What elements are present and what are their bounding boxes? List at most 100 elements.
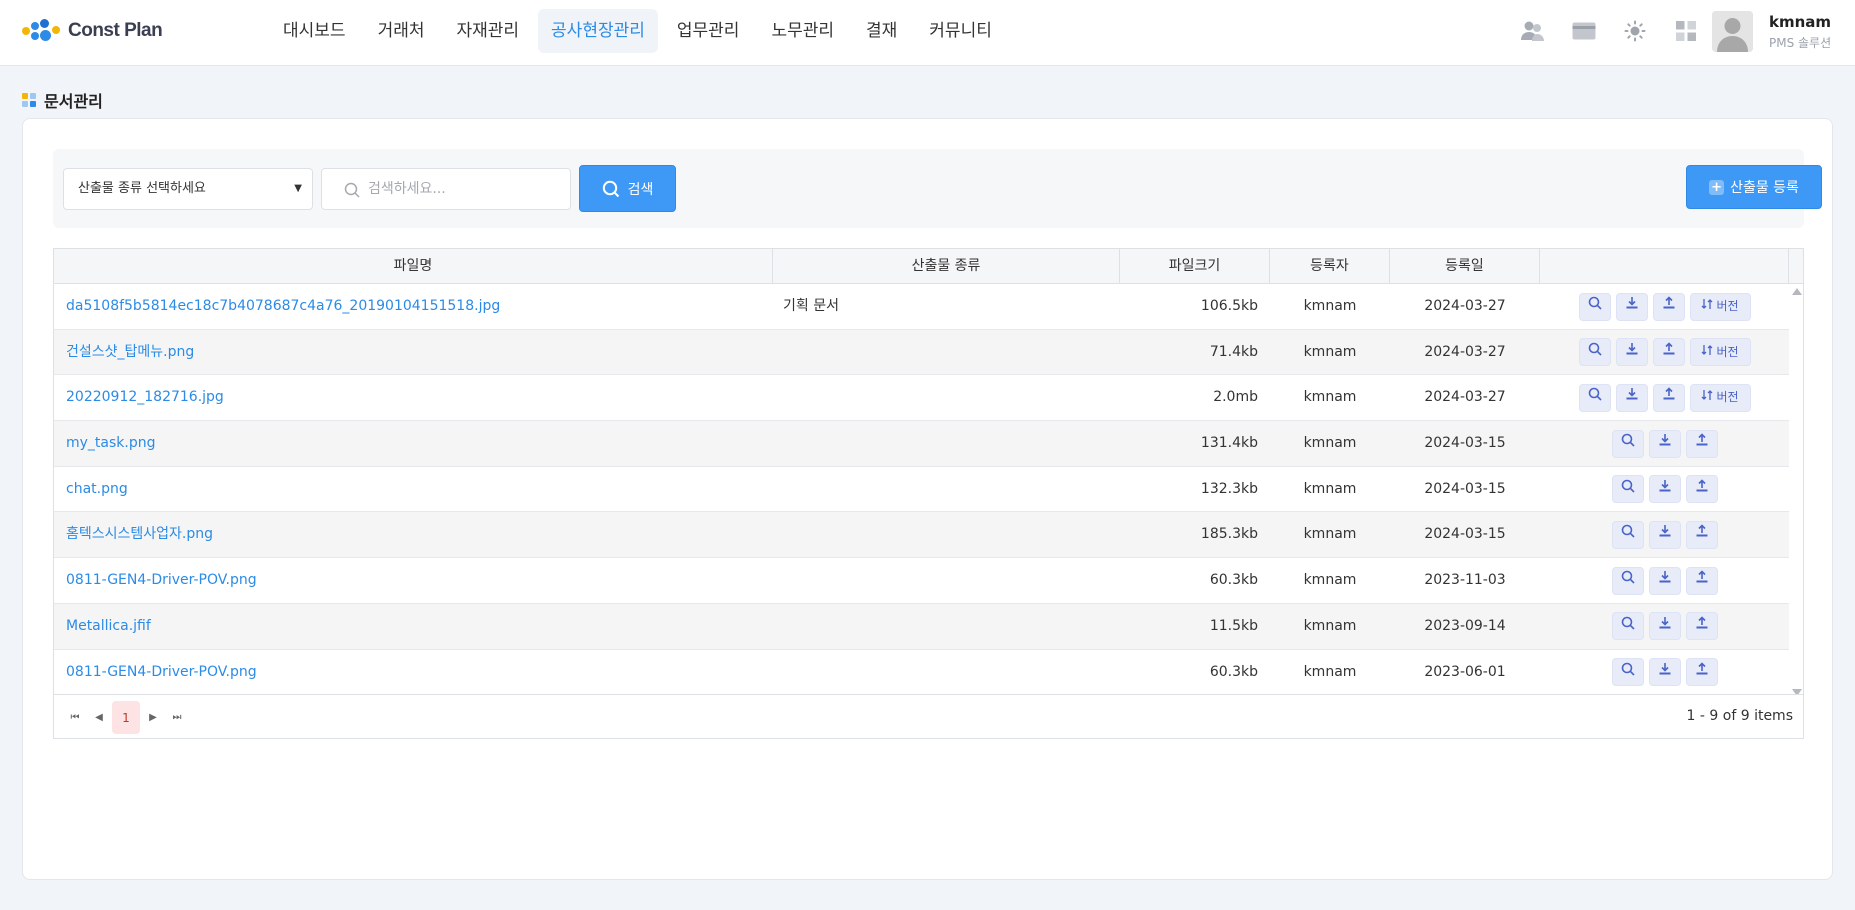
file-size-cell: 185.3kb <box>1200 526 1258 543</box>
table-row[interactable]: 홈텍스시스템사업자.png 185.3kb kmnam 2024-03-15 <box>54 512 1789 559</box>
register-date-cell: 2024-03-27 <box>1424 343 1506 360</box>
upload-button[interactable] <box>1652 292 1685 321</box>
search-icon <box>1621 421 1635 466</box>
col-deliverable-type[interactable]: 산출물 종류 <box>773 249 1120 284</box>
table-row[interactable]: 0811-GEN4-Driver-POV.png 60.3kb kmnam 2023-… <box>54 650 1789 696</box>
download-button[interactable] <box>1615 383 1648 412</box>
page-title: 문서관리 <box>22 88 103 112</box>
deliverable-type-cell <box>773 421 1120 466</box>
register-date-cell: 2023-06-01 <box>1424 663 1506 680</box>
file-name-link[interactable]: 건설스샷_탑메뉴.png <box>54 330 773 375</box>
version-button[interactable]: 버전 <box>1689 338 1751 367</box>
file-name-link[interactable]: 0811-GEN4-Driver-POV.png <box>54 558 773 603</box>
scroll-up-icon[interactable] <box>1792 288 1802 295</box>
file-name-link[interactable]: da5108f5b5814ec18c7b4078687c4a76_2019010… <box>54 284 773 329</box>
first-page-icon[interactable]: ⏮ <box>64 701 86 734</box>
download-button[interactable] <box>1648 520 1681 549</box>
download-icon <box>1658 512 1672 557</box>
version-button[interactable]: 버전 <box>1689 383 1751 412</box>
nav-clients[interactable]: 거래처 <box>365 9 438 53</box>
upload-button[interactable] <box>1652 383 1685 412</box>
version-button[interactable]: 버전 <box>1689 292 1751 321</box>
table-body: da5108f5b5814ec18c7b4078687c4a76_2019010… <box>54 284 1789 696</box>
nav-materials[interactable]: 자재관리 <box>443 9 532 53</box>
next-page-icon[interactable]: ▶ <box>142 701 164 734</box>
card-icon[interactable] <box>1571 18 1597 44</box>
search-icon <box>1621 512 1635 557</box>
download-button[interactable] <box>1648 566 1681 595</box>
download-button[interactable] <box>1615 338 1648 367</box>
table-row[interactable]: da5108f5b5814ec18c7b4078687c4a76_2019010… <box>54 284 1789 330</box>
prev-page-icon[interactable]: ◀ <box>88 701 110 734</box>
logo[interactable]: Const Plan <box>22 18 163 44</box>
nav-labor[interactable]: 노무관리 <box>758 9 847 53</box>
file-size-cell: 60.3kb <box>1209 572 1258 589</box>
register-date-cell: 2024-03-15 <box>1424 526 1506 543</box>
table-row[interactable]: 건설스샷_탑메뉴.png 71.4kb kmnam 2024-03-27 버전 <box>54 329 1789 376</box>
avatar[interactable] <box>1712 11 1753 52</box>
nav-construction-site[interactable]: 공사현장관리 <box>538 9 658 53</box>
preview-button[interactable] <box>1578 292 1611 321</box>
upload-button[interactable] <box>1685 658 1718 686</box>
preview-button[interactable] <box>1578 383 1611 412</box>
app-name: Const Plan <box>68 20 163 41</box>
sun-icon[interactable] <box>1622 18 1648 44</box>
upload-button[interactable] <box>1685 429 1718 458</box>
download-button[interactable] <box>1648 658 1681 686</box>
page-button-current[interactable]: 1 <box>112 701 140 734</box>
col-registrant[interactable]: 등록자 <box>1270 249 1390 284</box>
table-row[interactable]: 0811-GEN4-Driver-POV.png 60.3kb kmnam 2023-… <box>54 558 1789 604</box>
preview-button[interactable] <box>1611 429 1644 458</box>
table-row[interactable]: Metallica.jfif 11.5kb kmnam 2023-09-14 <box>54 603 1789 650</box>
col-file-name[interactable]: 파일명 <box>54 249 773 284</box>
download-button[interactable] <box>1648 429 1681 458</box>
preview-button[interactable] <box>1611 566 1644 595</box>
document-menu-icon <box>22 93 36 107</box>
table-row[interactable]: chat.png 132.3kb kmnam 2024-03-15 <box>54 467 1789 513</box>
download-button[interactable] <box>1648 475 1681 504</box>
upload-button[interactable] <box>1685 566 1718 595</box>
file-size-cell: 2.0mb <box>1213 389 1258 406</box>
file-name-link[interactable]: my_task.png <box>54 421 773 466</box>
table-row[interactable]: my_task.png 131.4kb kmnam 2024-03-15 <box>54 421 1789 467</box>
file-name-link[interactable]: 20220912_182716.jpg <box>54 375 773 420</box>
vertical-scrollbar[interactable] <box>1789 284 1803 704</box>
deliverable-type-select[interactable]: 산출물 종류 선택하세요 ▼ <box>63 168 313 210</box>
download-button[interactable] <box>1648 612 1681 641</box>
preview-button[interactable] <box>1611 520 1644 549</box>
col-register-date[interactable]: 등록일 <box>1390 249 1540 284</box>
row-actions: 버전 <box>1540 284 1789 329</box>
last-page-icon[interactable]: ⏭ <box>166 701 188 734</box>
nav-approval[interactable]: 결재 <box>853 9 910 53</box>
file-name-link[interactable]: chat.png <box>54 467 773 512</box>
version-button-label: 버전 <box>1716 390 1739 405</box>
upload-button[interactable] <box>1685 475 1718 504</box>
search-button[interactable]: 검색 <box>579 165 676 212</box>
pager: ⏮ ◀ 1 ▶ ⏭ 1 - 9 of 9 items <box>54 694 1803 738</box>
content-card: 산출물 종류 선택하세요 ▼ 검색 + 산출물 등록 파일명 산출물 종류 파일… <box>22 118 1833 880</box>
user-name[interactable]: kmnam <box>1769 13 1831 31</box>
upload-button[interactable] <box>1685 612 1718 641</box>
file-name-link[interactable]: 홈텍스시스템사업자.png <box>54 512 773 557</box>
register-deliverable-button[interactable]: + 산출물 등록 <box>1686 165 1822 209</box>
upload-button[interactable] <box>1685 520 1718 549</box>
table-row[interactable]: 20220912_182716.jpg 2.0mb kmnam 2024-03-27 버… <box>54 375 1789 422</box>
row-actions <box>1540 558 1789 603</box>
download-button[interactable] <box>1615 292 1648 321</box>
file-name-link[interactable]: 0811-GEN4-Driver-POV.png <box>54 650 773 695</box>
preview-button[interactable] <box>1611 475 1644 504</box>
search-input[interactable] <box>368 169 564 209</box>
col-file-size[interactable]: 파일크기 <box>1120 249 1270 284</box>
upload-button[interactable] <box>1652 338 1685 367</box>
preview-button[interactable] <box>1611 612 1644 641</box>
preview-button[interactable] <box>1611 658 1644 686</box>
grid-icon[interactable] <box>1673 18 1699 44</box>
document-grid: 파일명 산출물 종류 파일크기 등록자 등록일 da5108f5b5814ec1… <box>53 248 1804 739</box>
users-icon[interactable] <box>1520 18 1546 44</box>
nav-community[interactable]: 커뮤니티 <box>916 9 1005 53</box>
registrant-cell: kmnam <box>1303 572 1357 589</box>
nav-dashboard[interactable]: 대시보드 <box>270 9 359 53</box>
nav-tasks[interactable]: 업무관리 <box>664 9 753 53</box>
file-name-link[interactable]: Metallica.jfif <box>54 604 773 649</box>
preview-button[interactable] <box>1578 338 1611 367</box>
